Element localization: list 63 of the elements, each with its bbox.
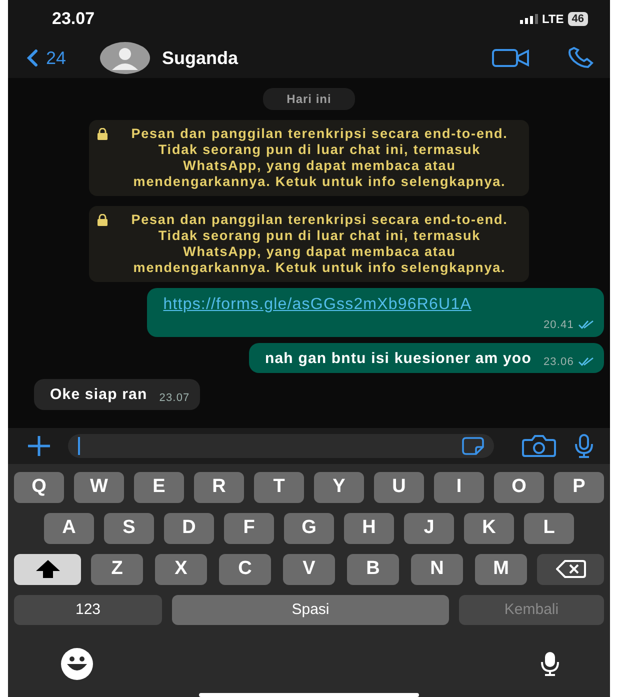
keyboard-key[interactable]: E	[134, 472, 184, 503]
keyboard-key[interactable]: L	[524, 512, 574, 544]
lock-icon	[97, 128, 108, 140]
microphone-icon[interactable]	[572, 434, 596, 458]
message-link[interactable]: https://forms.gle/asGGss2mXb96R6U1A	[163, 293, 534, 317]
dictation-icon[interactable]	[538, 652, 562, 676]
keyboard-key[interactable]: U	[374, 472, 424, 503]
encryption-notice-text[interactable]: Pesan dan panggilan terenkripsi secara end-to-end. Tidak seorang pun di luar chat ini, termasuk WhatsApp, yang dapat membaca atau mendengarkannya. Ketuk untuk info selengkapnya.	[118, 212, 521, 276]
keyboard-key[interactable]: R	[194, 472, 244, 503]
text-cursor-icon	[78, 437, 80, 455]
lock-icon	[97, 214, 108, 226]
keyboard-key[interactable]: O	[494, 472, 544, 503]
camera-icon[interactable]	[522, 435, 556, 457]
keyboard-key[interactable]: Q	[14, 472, 64, 503]
encryption-notice-card[interactable]: Pesan dan panggilan terenkripsi secara end-to-end. Tidak seorang pun di luar chat ini, termasuk WhatsApp, yang dapat membaca atau mendengarkannya. Ketuk untuk info selengkapnya.	[89, 206, 529, 282]
message-time: 23.06	[543, 354, 574, 370]
keyboard-key[interactable]: W	[74, 472, 124, 503]
add-attachment-icon[interactable]	[26, 435, 52, 457]
message-text: nah gan bntu isi kuesioner am yoo	[264, 348, 532, 368]
keyboard-key[interactable]: T	[254, 472, 304, 503]
contact-name[interactable]: Suganda	[162, 44, 238, 72]
video-call-icon[interactable]	[492, 48, 530, 68]
back-button[interactable]: 24	[26, 44, 66, 72]
network-label: LTE	[542, 11, 564, 28]
keyboard-key[interactable]: H	[344, 512, 394, 544]
encryption-notice-text[interactable]: Pesan dan panggilan terenkripsi secara end-to-end. Tidak seorang pun di luar chat ini, termasuk WhatsApp, yang dapat membaca atau mendengarkannya. Ketuk untuk info selengkapnya.	[118, 126, 521, 190]
numbers-key[interactable]: 123	[14, 594, 162, 626]
message-time: 23.07	[159, 391, 190, 406]
backspace-icon	[556, 559, 586, 580]
keyboard-key[interactable]: K	[464, 512, 514, 544]
keyboard-key[interactable]: V	[283, 554, 335, 585]
keyboard-key[interactable]: I	[434, 472, 484, 503]
backspace-key[interactable]	[537, 554, 604, 585]
keyboard-key[interactable]: G	[284, 512, 334, 544]
shift-key[interactable]	[14, 554, 81, 585]
encryption-notice-card[interactable]: Pesan dan panggilan terenkripsi secara end-to-end. Tidak seorang pun di luar chat ini, termasuk WhatsApp, yang dapat membaca atau mendengarkannya. Ketuk untuk info selengkapnya.	[89, 120, 529, 196]
date-label: Hari ini	[262, 88, 356, 110]
phone-call-icon[interactable]	[566, 47, 596, 69]
back-chevron-icon	[26, 49, 38, 67]
space-bar[interactable]: Spasi	[172, 594, 449, 626]
keyboard-key[interactable]: B	[347, 554, 399, 585]
keyboard-key[interactable]: A	[44, 512, 94, 544]
keyboard-key[interactable]: S	[104, 512, 154, 544]
signal-icon	[520, 14, 538, 24]
keyboard-key[interactable]: C	[219, 554, 271, 585]
keyboard-key[interactable]: F	[224, 512, 274, 544]
keyboard-key[interactable]: P	[554, 472, 604, 503]
keyboard-key[interactable]: M	[475, 554, 527, 585]
message-text: Oke siap ran	[50, 385, 148, 405]
avatar-icon[interactable]	[100, 42, 150, 74]
keyboard-key[interactable]: J	[404, 512, 454, 544]
keyboard-key[interactable]: N	[411, 554, 463, 585]
keyboard-key[interactable]: D	[164, 512, 214, 544]
keyboard-key[interactable]: X	[155, 554, 207, 585]
message-time: 20.41	[543, 318, 574, 333]
sticker-icon[interactable]	[462, 437, 484, 455]
emoji-icon[interactable]	[60, 647, 94, 682]
keyboard-key[interactable]: Y	[314, 472, 364, 503]
battery-level: 46	[568, 12, 588, 26]
clock-time: 23.07	[52, 8, 95, 30]
message-input-field[interactable]	[68, 434, 494, 458]
shift-arrow-icon	[34, 559, 60, 580]
keyboard-key[interactable]: Z	[91, 554, 143, 585]
